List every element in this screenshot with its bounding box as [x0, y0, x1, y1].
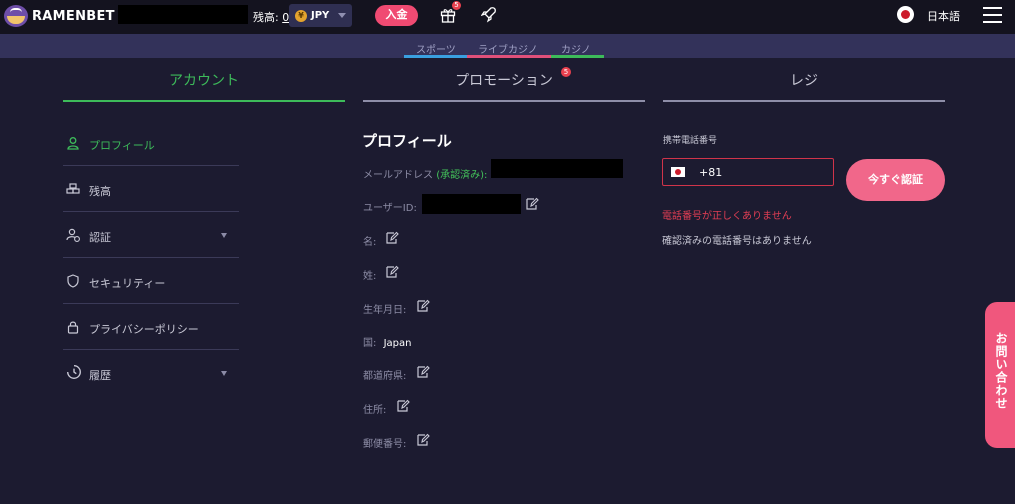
- subnav-underline-casino: [551, 55, 604, 58]
- country-field: 国: Japan: [363, 334, 411, 349]
- category-nav: スポーツ ライブカジノ カジノ: [0, 34, 1015, 58]
- sidebar-item-verification[interactable]: 認証: [63, 212, 239, 258]
- subnav-tab-casino[interactable]: カジノ: [561, 41, 591, 56]
- phone-info-message: 確認済みの電話番号はありません: [662, 236, 812, 247]
- last-name-field: 姓:: [363, 267, 376, 282]
- birthdate-label: 生年月日:: [363, 305, 407, 316]
- address-label: 住所:: [363, 405, 387, 416]
- yen-coin-icon: ¥: [295, 9, 307, 22]
- lock-icon: [67, 321, 79, 334]
- menu-icon[interactable]: [983, 7, 1002, 23]
- user-check-icon: [66, 228, 80, 242]
- edit-icon[interactable]: [416, 365, 430, 379]
- sidebar-item-balance[interactable]: 残高: [63, 166, 239, 212]
- language-selector[interactable]: 日本語: [927, 8, 960, 24]
- redacted-email: [491, 159, 623, 178]
- first-name-label: 名:: [363, 237, 377, 248]
- sidebar-item-label: プライバシーポリシー: [89, 323, 199, 336]
- chevron-down-icon: [221, 233, 227, 238]
- postal-code-field: 郵便番号:: [363, 435, 406, 450]
- birthdate-field: 生年月日:: [363, 301, 406, 316]
- chevron-down-icon: [221, 371, 227, 376]
- edit-icon[interactable]: [525, 197, 539, 211]
- prefecture-field: 都道府県:: [363, 367, 406, 382]
- rocket-icon[interactable]: [481, 6, 497, 24]
- user-icon: [67, 137, 79, 150]
- contact-us-button[interactable]: お問い合わせ: [985, 302, 1015, 448]
- contact-us-label: お問い合わせ: [994, 332, 1008, 410]
- sidebar-item-history[interactable]: 履歴: [63, 350, 239, 396]
- top-bar: RAMENBET 残高: 0 ¥ JPY 入金 5 日本語: [0, 0, 1015, 34]
- ramen-bowl-icon: [4, 5, 28, 27]
- phone-input[interactable]: +81: [662, 158, 834, 186]
- redacted-username: [118, 5, 248, 24]
- edit-icon[interactable]: [385, 231, 399, 245]
- edit-icon[interactable]: [385, 265, 399, 279]
- last-name-label: 姓:: [363, 271, 377, 282]
- brand-name: RAMENBET: [32, 8, 115, 24]
- sidebar-item-privacy-policy[interactable]: プライバシーポリシー: [63, 304, 239, 350]
- tab-cashier[interactable]: レジ: [663, 70, 945, 90]
- email-label: メールアドレス: [363, 170, 433, 181]
- edit-icon[interactable]: [396, 399, 410, 413]
- profile-title: プロフィール: [362, 132, 452, 150]
- tab-account-underline: [63, 100, 345, 102]
- shield-icon: [67, 274, 79, 288]
- sidebar-item-label: 履歴: [89, 369, 111, 382]
- sidebar-item-profile[interactable]: プロフィール: [63, 120, 239, 166]
- sidebar-item-security[interactable]: セキュリティー: [63, 258, 239, 304]
- sidebar-item-label: 残高: [89, 185, 111, 198]
- postal-code-label: 郵便番号:: [363, 439, 407, 450]
- phone-error-message: 電話番号が正しくありません: [662, 211, 792, 222]
- address-field: 住所:: [363, 401, 386, 416]
- deposit-button[interactable]: 入金: [375, 5, 418, 26]
- edit-icon[interactable]: [416, 433, 430, 447]
- subnav-underline-live-casino: [467, 55, 551, 58]
- subnav-tab-sports[interactable]: スポーツ: [416, 41, 456, 56]
- balance-display: 残高: 0: [253, 9, 289, 25]
- currency-selector[interactable]: ¥ JPY: [289, 4, 352, 27]
- phone-country-code: +81: [699, 166, 723, 179]
- phone-label: 携帯電話番号: [663, 136, 718, 146]
- promotion-badge: 5: [561, 67, 571, 77]
- sidebar-item-label: プロフィール: [89, 139, 155, 152]
- redacted-user-id: [422, 194, 521, 214]
- country-label: 国:: [363, 338, 377, 349]
- verify-now-button[interactable]: 今すぐ認証: [846, 159, 945, 201]
- gift-badge: 5: [452, 1, 461, 10]
- edit-icon[interactable]: [416, 299, 430, 313]
- tab-promotion[interactable]: プロモーション: [363, 70, 645, 90]
- first-name-field: 名:: [363, 233, 376, 248]
- brand-logo[interactable]: RAMENBET: [4, 5, 115, 27]
- subnav-tab-live-casino[interactable]: ライブカジノ: [478, 41, 538, 56]
- japan-flag-icon[interactable]: [671, 167, 685, 177]
- history-icon: [67, 365, 81, 379]
- sidebar-item-label: セキュリティー: [89, 277, 166, 290]
- user-id-label: ユーザーID:: [363, 203, 417, 214]
- tab-promotion-underline: [363, 100, 645, 102]
- user-id-field: ユーザーID:: [363, 199, 417, 214]
- country-value: Japan: [383, 338, 412, 349]
- prefecture-label: 都道府県:: [363, 371, 407, 382]
- tab-account[interactable]: アカウント: [63, 70, 345, 90]
- email-field: メールアドレス (承認済み):: [363, 166, 487, 181]
- tab-cashier-underline: [663, 100, 945, 102]
- currency-code: JPY: [311, 10, 330, 21]
- chevron-down-icon: [338, 13, 346, 18]
- balance-label: 残高:: [253, 11, 279, 24]
- email-verified-status: (承認済み):: [436, 170, 488, 181]
- sidebar-item-label: 認証: [89, 231, 111, 244]
- japan-flag-icon[interactable]: [897, 6, 914, 23]
- subnav-underline-sports: [404, 55, 467, 58]
- coins-icon: [66, 183, 80, 194]
